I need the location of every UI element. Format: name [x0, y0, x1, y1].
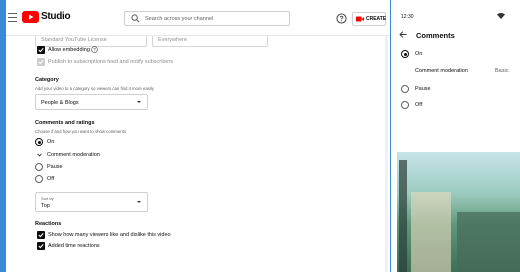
time-reactions-checkbox[interactable]: [37, 242, 45, 250]
license-value: Standard YouTube License: [41, 37, 107, 43]
category-subtitle: Add your video to a category so viewers …: [35, 86, 154, 91]
mobile-page-title: Comments: [416, 31, 455, 40]
comments-option-label: On: [47, 139, 55, 145]
mobile-screen: 12:30 Comments On Comment moderation Bas…: [391, 0, 520, 272]
distribution-value: Everywhere: [158, 37, 188, 43]
mobile-option-label: Off: [415, 102, 423, 108]
category-value: People & Blogs: [41, 100, 79, 106]
info-icon[interactable]: [91, 46, 98, 53]
scrollbar[interactable]: [385, 36, 388, 272]
wifi-icon: [497, 13, 505, 19]
comments-option-label: Pause: [47, 164, 63, 170]
mobile-option-label: On: [415, 51, 423, 57]
radio-pause[interactable]: [401, 85, 409, 93]
reactions-title: Reactions: [35, 221, 62, 227]
sort-by-value: Top: [41, 203, 50, 209]
radio-pause[interactable]: [35, 163, 43, 171]
allow-embedding-label: Allow embedding: [48, 47, 90, 53]
category-dropdown[interactable]: People & Blogs: [35, 94, 148, 110]
studio-window: Studio CREATE Standard YouTube License: [6, 0, 390, 272]
comments-title: Comments and ratings: [35, 120, 95, 126]
mobile-option-label: Pause: [415, 86, 431, 92]
time-reactions-label: Added time reactions: [48, 243, 100, 249]
publish-feed-checkbox[interactable]: [37, 58, 45, 66]
chevron-down-icon: [137, 101, 141, 103]
comments-option-label: Off: [47, 176, 55, 182]
check-icon: [38, 233, 44, 238]
check-icon: [38, 244, 44, 249]
comments-option-label: Comment moderation: [47, 152, 100, 158]
allow-embedding-checkbox[interactable]: [37, 46, 45, 54]
distribution-field[interactable]: Everywhere: [152, 36, 268, 47]
radio-off[interactable]: [401, 101, 409, 109]
mobile-moderation-label[interactable]: Comment moderation: [415, 68, 468, 74]
check-icon: [38, 48, 44, 53]
sort-by-dropdown[interactable]: Sort by Top: [35, 192, 148, 212]
chevron-down-icon[interactable]: [37, 153, 42, 157]
radio-on[interactable]: [401, 50, 409, 58]
comments-subtitle: Choose if and how you want to show comme…: [35, 129, 126, 134]
radio-off[interactable]: [35, 175, 43, 183]
status-bar-time: 12:30: [401, 14, 414, 20]
radio-on[interactable]: [35, 138, 43, 146]
back-arrow-icon[interactable]: [399, 31, 407, 38]
background-photo: [397, 152, 520, 272]
sort-by-label: Sort by: [41, 196, 54, 201]
chevron-down-icon: [137, 201, 141, 203]
studio-content: Standard YouTube License Everywhere Allo…: [6, 0, 390, 272]
show-likes-checkbox[interactable]: [37, 231, 45, 239]
publish-feed-label: Publish to subscriptions feed and notify…: [48, 59, 174, 65]
mobile-moderation-value[interactable]: Basic: [495, 68, 508, 74]
check-icon: [38, 60, 44, 65]
show-likes-label: Show how many viewers like and dislike t…: [48, 232, 171, 238]
category-title: Category: [35, 77, 59, 83]
